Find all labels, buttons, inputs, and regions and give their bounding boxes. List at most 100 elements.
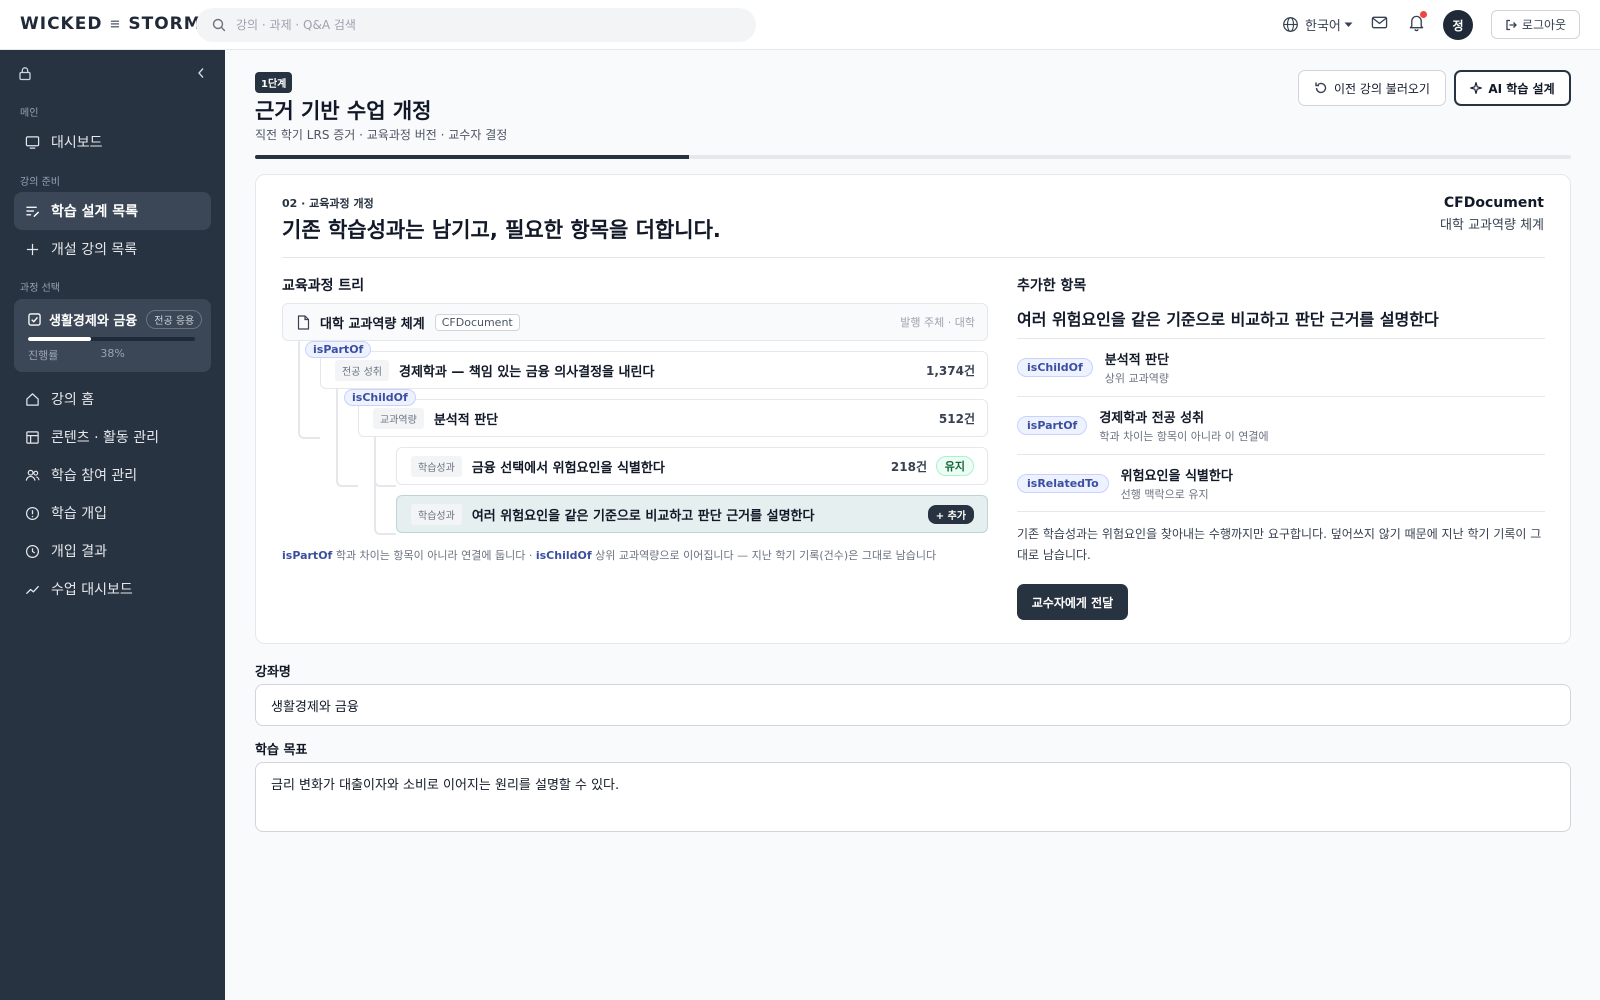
mail-icon[interactable]: [1371, 14, 1388, 31]
caret-down-icon: [1344, 22, 1353, 28]
plus-icon: [25, 242, 51, 257]
objective-textarea[interactable]: 금리 변화가 대출이자와 소비로 이어지는 원리를 설명할 수 있다.: [255, 762, 1571, 832]
sidebar-item-dashboard[interactable]: 대시보드: [14, 123, 211, 161]
tree-node-outcome-added[interactable]: 학습성과 여러 위험요인을 같은 기준으로 비교하고 판단 근거를 설명한다 +…: [396, 495, 988, 533]
sidebar-item-label: 학습 참여 관리: [51, 468, 138, 484]
relation-pill: isPartOf: [1017, 416, 1088, 435]
course-selector-card[interactable]: 생활경제와 금융 전공 응용 진행률 38%: [14, 299, 211, 372]
sidebar-item-label: 콘텐츠 · 활동 관리: [51, 430, 159, 446]
search-icon: [212, 18, 226, 32]
root-meta: 발행 주체 · 대학: [900, 316, 975, 329]
card-eyebrow: 02 · 교육과정 개정: [282, 197, 374, 210]
sidebar-item-label: 강의 홈: [51, 392, 95, 408]
logout-icon: [1505, 19, 1522, 31]
tree-node-major-outcome[interactable]: 전공 성취 경제학과 — 책임 있는 금융 의사결정을 내린다 1,374건: [320, 351, 988, 389]
sidebar-item-label: 학습 개입: [51, 506, 107, 522]
node-title: 분석적 판단: [433, 412, 499, 428]
note-text: 상위 교과역량으로 이어집니다 — 지난 학기 기록(건수)은 그대로 남습니다: [591, 549, 937, 562]
sidebar-item-participation[interactable]: 학습 참여 관리: [14, 456, 211, 494]
relation-row[interactable]: isRelatedTo 위험요인을 식별한다 선행 맥락으로 유지: [1017, 454, 1545, 512]
alert-circle-icon: [25, 506, 51, 521]
document-subtitle: 대학 교과역량 체계: [1440, 218, 1544, 233]
node-type: 학습성과: [411, 503, 462, 525]
logo-left: WICKED: [20, 14, 103, 34]
monitor-icon: [25, 135, 51, 150]
node-title: 경제학과 — 책임 있는 금융 의사결정을 내린다: [398, 364, 655, 380]
step-progress-fill: [255, 155, 690, 159]
users-icon: [25, 468, 51, 483]
tree-note: isPartOf 학과 차이는 항목이 아니라 연결에 둡니다 · isChil…: [282, 547, 936, 563]
language-selector[interactable]: 한국어: [1282, 15, 1353, 34]
main-content: 1단계 근거 기반 수업 개정 직전 학기 LRS 증거 · 교육과정 버전 ·…: [225, 50, 1600, 1000]
relation-pill-ischildof: isChildOf: [344, 389, 416, 406]
bell-icon[interactable]: [1408, 11, 1427, 32]
sidebar: 메인 대시보드 강의 준비 학습 설계 목록 개설 강의 목록 과정 선택 생활…: [0, 50, 225, 1000]
curriculum-revision-card: 02 · 교육과정 개정 기존 학습성과는 남기고, 필요한 항목을 더합니다.…: [255, 174, 1571, 644]
load-previous-label: 이전 강의 불러오기: [1334, 81, 1430, 96]
course-name-input[interactable]: [255, 684, 1571, 726]
tree-node-outcome-existing[interactable]: 학습성과 금융 선택에서 위험요인을 식별한다 218건 유지: [396, 447, 988, 485]
document-name: CFDocument: [1443, 195, 1544, 211]
load-previous-course-button[interactable]: 이전 강의 불러오기: [1298, 70, 1446, 106]
relation-title: 위험요인을 식별한다: [1120, 468, 1233, 484]
tree-root-node[interactable]: 대학 교과역량 체계 CFDocument 발행 주체 · 대학: [282, 303, 988, 341]
logout-label: 로그아웃: [1521, 18, 1567, 32]
relation-sub: 상위 교과역량: [1104, 372, 1169, 385]
home-icon: [25, 392, 51, 407]
avatar[interactable]: 정: [1443, 10, 1473, 40]
search-input[interactable]: [236, 18, 716, 32]
node-type: 교과역량: [373, 407, 424, 429]
document-icon: [297, 314, 310, 330]
root-badge: CFDocument: [434, 313, 520, 331]
relation-row[interactable]: isChildOf 분석적 판단 상위 교과역량: [1017, 338, 1545, 396]
root-label: 대학 교과역량 체계: [320, 316, 425, 332]
section-label-course: 과정 선택: [20, 283, 60, 294]
sidebar-item-course-home[interactable]: 강의 홈: [14, 380, 211, 418]
notification-dot: [1420, 11, 1427, 18]
document-info: CFDocument 대학 교과역량 체계: [1440, 195, 1544, 233]
lock-icon[interactable]: [18, 66, 32, 81]
node-count: 512건: [938, 411, 975, 426]
course-title: 생활경제와 금융: [49, 314, 138, 329]
search-box[interactable]: [196, 8, 756, 42]
layout-icon: [25, 430, 51, 445]
note-rel-ispartof: isPartOf: [282, 549, 333, 562]
progress-percent: 38%: [100, 347, 125, 360]
sidebar-item-intervention[interactable]: 학습 개입: [14, 494, 211, 532]
logo-right: STORM: [128, 14, 202, 34]
collapse-sidebar-icon[interactable]: [197, 67, 205, 79]
step-badge: 1단계: [255, 72, 293, 93]
send-to-professor-button[interactable]: 교수자에게 전달: [1017, 584, 1128, 620]
page-subtitle: 직전 학기 LRS 증거 · 교육과정 버전 · 교수자 결정: [255, 128, 508, 142]
tree-node-competency[interactable]: 교과역량 분석적 판단 512건: [358, 399, 988, 437]
relation-row[interactable]: isPartOf 경제학과 전공 성취 학과 차이는 항목이 아니라 이 연결에: [1017, 396, 1545, 454]
sidebar-item-label: 대시보드: [51, 135, 103, 151]
clock-icon: [25, 544, 51, 559]
sidebar-item-label: 개설 강의 목록: [51, 242, 138, 258]
sparkle-icon: [1470, 82, 1488, 94]
page-title: 근거 기반 수업 개정: [255, 99, 432, 123]
checkbox-checked-icon: [28, 313, 41, 326]
relation-title: 분석적 판단: [1104, 353, 1170, 368]
section-label-main: 메인: [20, 108, 39, 119]
sidebar-item-content-activity[interactable]: 콘텐츠 · 활동 관리: [14, 418, 211, 456]
relation-pill-ispartof: isPartOf: [305, 341, 372, 358]
sidebar-item-design-list[interactable]: 학습 설계 목록: [14, 192, 211, 230]
sidebar-item-open-courses[interactable]: 개설 강의 목록: [14, 230, 211, 268]
course-name-label: 강좌명: [255, 665, 291, 680]
sidebar-item-label: 개입 결과: [51, 544, 107, 560]
note-rel-ischildof: isChildOf: [535, 549, 592, 562]
progress-label: 진행률: [28, 349, 59, 362]
ai-design-button[interactable]: AI 학습 설계: [1454, 70, 1571, 106]
logout-button[interactable]: 로그아웃: [1491, 10, 1580, 39]
relation-sub: 선행 맥락으로 유지: [1120, 487, 1209, 501]
added-description: 기존 학습성과는 위험요인을 찾아내는 수행까지만 요구합니다. 덮어쓰지 않기…: [1017, 527, 1542, 562]
refresh-icon: [1314, 81, 1334, 95]
relation-pill: isChildOf: [1017, 358, 1093, 377]
sidebar-item-intervention-results[interactable]: 개입 결과: [14, 532, 211, 570]
logo[interactable]: WICKED ≡ STORM: [20, 14, 202, 34]
keep-badge: 유지: [935, 456, 974, 476]
step-progress-bar: [255, 155, 1571, 159]
course-badge: 전공 응용: [146, 310, 203, 329]
sidebar-item-class-dashboard[interactable]: 수업 대시보드: [14, 570, 211, 608]
